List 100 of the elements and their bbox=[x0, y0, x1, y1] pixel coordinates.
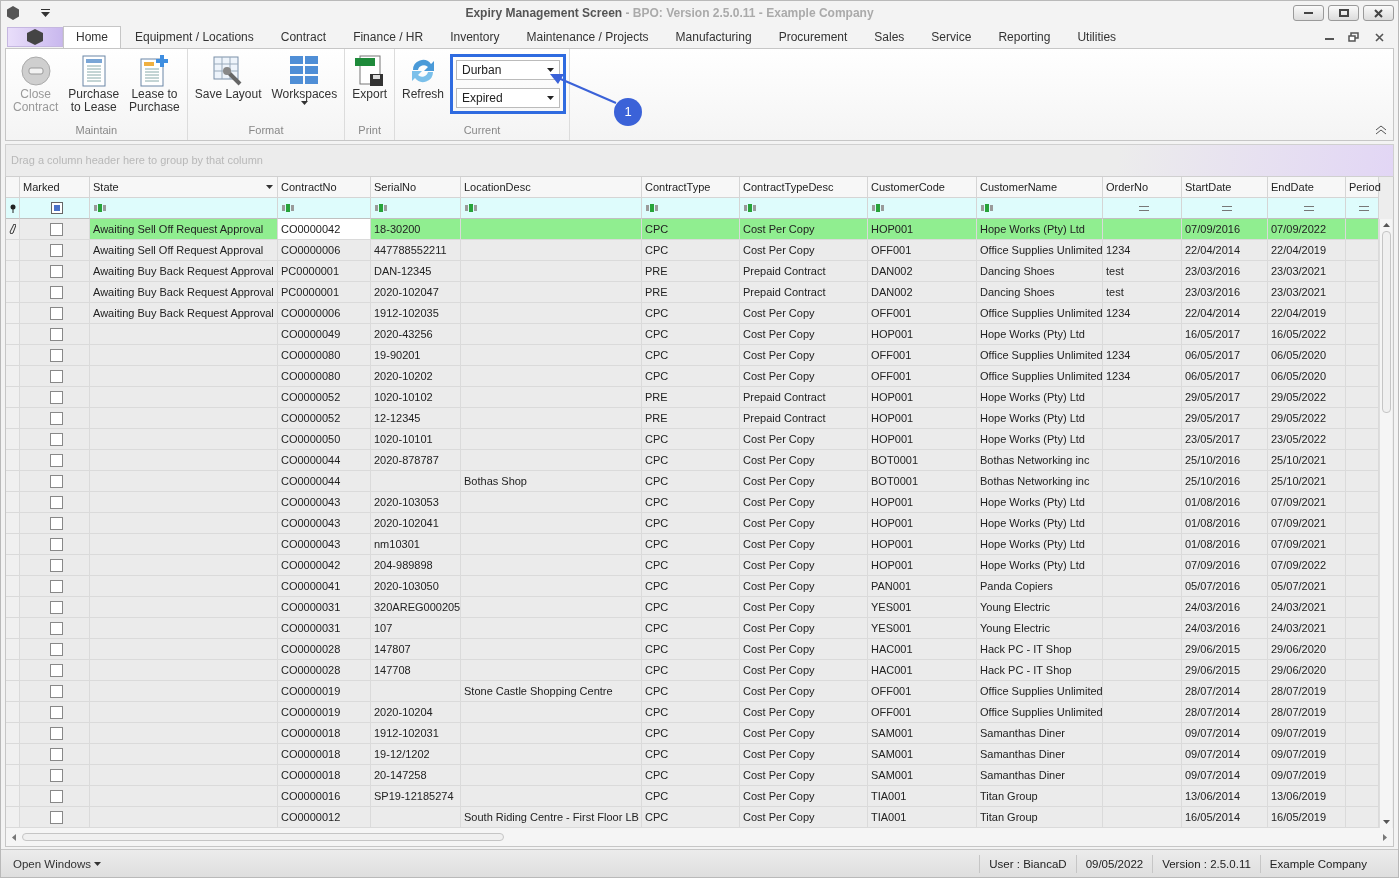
column-header[interactable]: CustomerName bbox=[977, 177, 1103, 199]
table-row[interactable]: Awaiting Buy Back Request Approval CO0000006 1912-102035 CPC Cost Per Copy OFF001 Office Supplies Unlimited 1234 22/04/2014 22/04/2019 bbox=[6, 303, 1379, 325]
equals-filter-icon[interactable] bbox=[1303, 205, 1314, 211]
ribbon-tab[interactable]: Inventory bbox=[437, 25, 513, 48]
column-header[interactable]: Period bbox=[1346, 177, 1379, 199]
scroll-up-icon[interactable] bbox=[1382, 223, 1390, 228]
column-header[interactable]: ContractNo bbox=[278, 177, 371, 199]
checkbox[interactable] bbox=[49, 516, 63, 530]
quick-access-caret-icon[interactable] bbox=[41, 9, 50, 18]
text-filter-icon[interactable] bbox=[375, 204, 388, 213]
close-button[interactable] bbox=[1363, 5, 1394, 22]
ribbon-tab[interactable]: Service bbox=[918, 25, 985, 48]
column-header[interactable]: ContractTypeDesc bbox=[740, 177, 868, 199]
table-row[interactable]: CO0000042 204-989898 CPC Cost Per Copy HOP001 Hope Works (Pty) Ltd 07/09/2016 07/09/2022 bbox=[6, 555, 1379, 577]
ribbon-tab[interactable]: Contract bbox=[267, 25, 340, 48]
checkbox[interactable] bbox=[49, 390, 63, 404]
minimize-button[interactable] bbox=[1293, 5, 1324, 22]
column-header[interactable]: LocationDesc bbox=[461, 177, 642, 199]
table-row[interactable]: CO0000044 Bothas Shop CPC Cost Per Copy BOT0001 Bothas Networking inc 25/10/2016 25/10/2021 bbox=[6, 471, 1379, 493]
checkbox[interactable] bbox=[49, 747, 63, 761]
ribbon-button[interactable]: Lease to Purchase bbox=[125, 51, 184, 116]
text-filter-icon[interactable] bbox=[981, 204, 994, 213]
text-filter-icon[interactable] bbox=[465, 204, 478, 213]
table-row[interactable]: Awaiting Buy Back Request Approval PC0000001 DAN-12345 PRE Prepaid Contract DAN002 Dancing Shoes test 23/03/2016 23/03/2021 bbox=[6, 261, 1379, 283]
checkbox[interactable] bbox=[49, 474, 63, 488]
table-row[interactable]: CO0000028 147807 CPC Cost Per Copy HAC001 Hack PC - IT Shop 29/06/2015 29/06/2020 bbox=[6, 639, 1379, 661]
checkbox[interactable] bbox=[49, 411, 63, 425]
dropdown[interactable]: Expired bbox=[456, 87, 560, 108]
table-row[interactable]: CO0000052 12-12345 PRE Prepaid Contract HOP001 Hope Works (Pty) Ltd 29/05/2017 29/05/2022 bbox=[6, 408, 1379, 430]
table-row[interactable]: CO0000016 SP19-12185274 CPC Cost Per Copy TIA001 Titan Group 13/06/2014 13/06/2019 bbox=[6, 786, 1379, 808]
ribbon-tab[interactable]: Sales bbox=[861, 25, 918, 48]
pin-icon[interactable] bbox=[9, 203, 16, 213]
checkbox[interactable] bbox=[49, 537, 63, 551]
table-row[interactable]: Awaiting Buy Back Request Approval PC0000001 2020-102047 PRE Prepaid Contract DAN002 Dancing Shoes test 23/03/2016 23/03/2021 bbox=[6, 282, 1379, 304]
checkbox[interactable] bbox=[49, 327, 63, 341]
checkbox[interactable] bbox=[49, 558, 63, 572]
ribbon-tab[interactable]: Reporting bbox=[985, 25, 1064, 48]
checkbox[interactable] bbox=[49, 243, 63, 257]
equals-filter-icon[interactable] bbox=[1359, 205, 1369, 211]
table-row[interactable]: CO0000041 2020-103050 CPC Cost Per Copy PAN001 Panda Copiers 05/07/2016 05/07/2021 bbox=[6, 576, 1379, 598]
checkbox[interactable] bbox=[49, 222, 63, 236]
ribbon-tab[interactable]: Manufacturing bbox=[662, 25, 765, 48]
table-row[interactable]: CO0000012 South Riding Centre - First Floor LB CPC Cost Per Copy TIA001 Titan Group 16/05/2014 16/05/2019 bbox=[6, 807, 1379, 829]
ribbon-tab[interactable]: Equipment / Locations bbox=[122, 25, 267, 48]
column-header[interactable]: SerialNo bbox=[371, 177, 461, 199]
scroll-left-icon[interactable] bbox=[12, 833, 16, 841]
ribbon-tab[interactable]: Home bbox=[63, 25, 121, 48]
text-filter-icon[interactable] bbox=[646, 204, 659, 213]
ribbon-button[interactable]: Export bbox=[348, 51, 391, 103]
column-header[interactable]: StartDate bbox=[1182, 177, 1268, 199]
column-header[interactable]: State bbox=[90, 177, 278, 199]
column-header[interactable]: EndDate bbox=[1268, 177, 1346, 199]
checkbox[interactable] bbox=[49, 369, 63, 383]
scroll-right-icon[interactable] bbox=[1383, 833, 1387, 841]
checkbox[interactable] bbox=[49, 579, 63, 593]
table-row[interactable]: CO0000049 2020-43256 CPC Cost Per Copy HOP001 Hope Works (Pty) Ltd 16/05/2017 16/05/2022 bbox=[6, 324, 1379, 346]
minimize-icon[interactable] bbox=[1325, 37, 1334, 40]
text-filter-icon[interactable] bbox=[94, 204, 107, 213]
table-row[interactable]: CO0000019 Stone Castle Shopping Centre CPC Cost Per Copy OFF001 Office Supplies Unlimited 28/07/2014 28/07/2019 bbox=[6, 681, 1379, 703]
table-row[interactable]: CO0000080 19-90201 CPC Cost Per Copy OFF001 Office Supplies Unlimited 1234 06/05/2017 06/05/2020 bbox=[6, 345, 1379, 367]
text-filter-icon[interactable] bbox=[872, 204, 885, 213]
scroll-down-icon[interactable] bbox=[1382, 820, 1390, 825]
checkbox[interactable] bbox=[49, 642, 63, 656]
checkbox-filter-icon[interactable] bbox=[50, 202, 63, 215]
checkbox[interactable] bbox=[49, 621, 63, 635]
vertical-scrollbar[interactable] bbox=[1379, 219, 1392, 829]
ribbon-button[interactable]: Purchase to Lease bbox=[64, 51, 124, 116]
restore-icon[interactable] bbox=[1348, 31, 1359, 42]
collapse-ribbon-icon[interactable] bbox=[1375, 124, 1387, 135]
table-row[interactable]: Awaiting Sell Off Request Approval CO0000006 447788552211 CPC Cost Per Copy OFF001 Office Supplies Unlimited 1234 22/04/2014 22/04/2019 bbox=[6, 240, 1379, 262]
ribbon-tab[interactable]: Finance / HR bbox=[340, 25, 437, 48]
checkbox[interactable] bbox=[49, 432, 63, 446]
equals-filter-icon[interactable] bbox=[1139, 205, 1149, 211]
column-header[interactable]: ContractType bbox=[642, 177, 740, 199]
table-row[interactable]: CO0000050 1020-10101 CPC Cost Per Copy HOP001 Hope Works (Pty) Ltd 23/05/2017 23/05/2022 bbox=[6, 429, 1379, 451]
open-windows-menu[interactable]: Open Windows bbox=[7, 856, 107, 871]
checkbox[interactable] bbox=[49, 306, 63, 320]
checkbox[interactable] bbox=[49, 348, 63, 362]
checkbox[interactable] bbox=[49, 789, 63, 803]
table-row[interactable]: CO0000019 2020-10204 CPC Cost Per Copy OFF001 Office Supplies Unlimited 28/07/2014 28/07/2019 bbox=[6, 702, 1379, 724]
checkbox[interactable] bbox=[49, 264, 63, 278]
checkbox[interactable] bbox=[49, 705, 63, 719]
checkbox[interactable] bbox=[49, 453, 63, 467]
close-icon[interactable] bbox=[1375, 32, 1384, 42]
ribbon-button[interactable]: Refresh bbox=[398, 51, 448, 103]
table-row[interactable]: CO0000080 2020-10202 CPC Cost Per Copy OFF001 Office Supplies Unlimited 1234 06/05/2017 06/05/2020 bbox=[6, 366, 1379, 388]
scrollbar-thumb[interactable] bbox=[1381, 231, 1391, 414]
column-header[interactable]: OrderNo bbox=[1103, 177, 1182, 199]
ribbon-button[interactable]: Workspaces bbox=[267, 51, 342, 107]
ribbon-tab[interactable]: Utilities bbox=[1064, 25, 1130, 48]
text-filter-icon[interactable] bbox=[282, 204, 295, 213]
table-row[interactable]: CO0000018 19-12/1202 CPC Cost Per Copy SAM001 Samanthas Diner 09/07/2014 09/07/2019 bbox=[6, 744, 1379, 766]
checkbox[interactable] bbox=[49, 726, 63, 740]
table-row[interactable]: CO0000031 320AREG000205 CPC Cost Per Copy YES001 Young Electric 24/03/2016 24/03/2021 bbox=[6, 597, 1379, 619]
ribbon-button[interactable]: Save Layout bbox=[190, 51, 266, 103]
checkbox[interactable] bbox=[49, 810, 63, 824]
table-row[interactable]: CO0000044 2020-878787 CPC Cost Per Copy BOT0001 Bothas Networking inc 25/10/2016 25/10/2021 bbox=[6, 450, 1379, 472]
ribbon-tab[interactable]: Maintenance / Projects bbox=[513, 25, 662, 48]
app-menu-button[interactable] bbox=[7, 26, 63, 47]
dropdown[interactable]: Durban bbox=[456, 59, 560, 80]
